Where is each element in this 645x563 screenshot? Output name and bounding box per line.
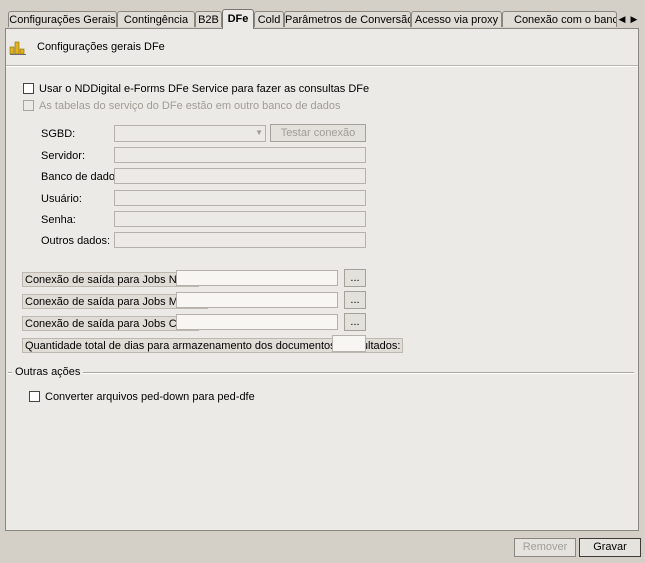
tab-parametros-conversao[interactable]: Parâmetros de Conversão [284,11,411,27]
cte-job-label: Conexão de saída para Jobs CT-e: [22,316,199,331]
other-db-label: As tabelas do serviço do DFe estão em ou… [39,100,341,112]
test-connection-button[interactable]: Testar conexão [270,124,366,142]
other-db-checkbox[interactable] [23,100,34,111]
convert-label: Converter arquivos ped-down para ped-dfe [45,391,255,403]
user-field[interactable] [114,190,366,206]
user-label: Usuário: [41,193,82,205]
cte-browse-button[interactable]: ... [344,313,366,331]
storage-days-field[interactable] [332,335,366,352]
nfe-browse-button[interactable]: ... [344,269,366,287]
dfe-panel: Configurações gerais DFe Usar o NDDigita… [5,28,639,531]
header-divider [6,65,638,67]
remove-button[interactable]: Remover [514,538,576,557]
database-field[interactable] [114,168,366,184]
use-service-label: Usar o NDDigital e-Forms DFe Service par… [39,83,370,95]
other-data-label: Outros dados: [41,235,111,247]
sgbd-label: SGBD: [41,128,76,140]
use-service-checkbox[interactable] [23,83,34,94]
chart-bars-icon [9,41,26,55]
page-title: Configurações gerais DFe [37,41,165,53]
tab-acesso-proxy[interactable]: Acesso via proxy [411,11,502,27]
server-label: Servidor: [41,150,86,162]
tab-scroll-left-icon[interactable]: ◀ [617,13,627,25]
password-label: Senha: [41,214,76,226]
tab-contingencia[interactable]: Contingência [117,11,195,27]
other-data-field[interactable] [114,232,366,248]
tab-strip: Configurações Gerais Contingência B2B DF… [0,0,645,29]
tab-cold[interactable]: Cold [254,11,284,27]
tab-configuracoes-gerais[interactable]: Configurações Gerais [8,11,117,27]
tab-scroll-right-icon[interactable]: ▶ [629,13,639,25]
save-button[interactable]: Gravar [579,538,641,557]
convert-checkbox[interactable] [29,391,40,402]
cte-job-field[interactable] [176,314,338,330]
tab-dfe[interactable]: DFe [222,9,254,29]
tab-b2b[interactable]: B2B [195,11,222,27]
database-label: Banco de dados: [41,171,124,183]
password-field[interactable] [114,211,366,227]
nfe-job-field[interactable] [176,270,338,286]
server-field[interactable] [114,147,366,163]
mdfe-job-field[interactable] [176,292,338,308]
nfe-job-label: Conexão de saída para Jobs NF-e: [22,272,200,287]
mdfe-browse-button[interactable]: ... [344,291,366,309]
other-actions-divider [8,372,634,374]
other-actions-title: Outras ações [12,366,84,378]
tab-conexao-banco[interactable]: Conexão com o banco de [502,11,617,27]
chevron-down-icon: ▼ [255,128,263,137]
sgbd-select[interactable]: ▼ [114,125,266,142]
